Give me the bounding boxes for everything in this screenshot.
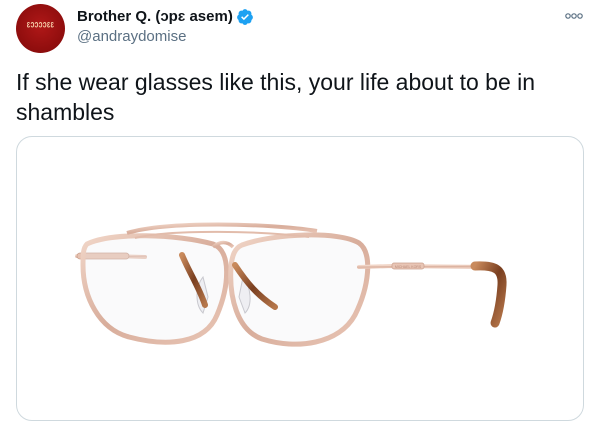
avatar-logo-text: ɛɔɔɔɔɛɛ (26, 20, 55, 31)
avatar[interactable]: ɛɔɔɔɔɛɛ (16, 4, 65, 53)
verified-badge-icon (236, 8, 254, 26)
user-handle[interactable]: @andraydomise (77, 27, 254, 47)
more-options-icon (565, 13, 583, 19)
tweet-media[interactable]: MICHAEL KORS (16, 136, 584, 421)
display-name[interactable]: Brother Q. (ɔpɛ asem) (77, 7, 233, 27)
tweet-text: If she wear glasses like this, your life… (16, 69, 536, 125)
tweet-card: ɛɔɔɔɔɛɛ Brother Q. (ɔpɛ asem) @andraydom… (0, 0, 599, 437)
glasses-photo: MICHAEL KORS (75, 222, 507, 347)
name-row: Brother Q. (ɔpɛ asem) (77, 7, 254, 27)
author-info: Brother Q. (ɔpɛ asem) @andraydomise (77, 7, 254, 47)
frame-temple-text: MICHAEL KORS (395, 265, 422, 269)
more-options-button[interactable] (561, 6, 587, 26)
